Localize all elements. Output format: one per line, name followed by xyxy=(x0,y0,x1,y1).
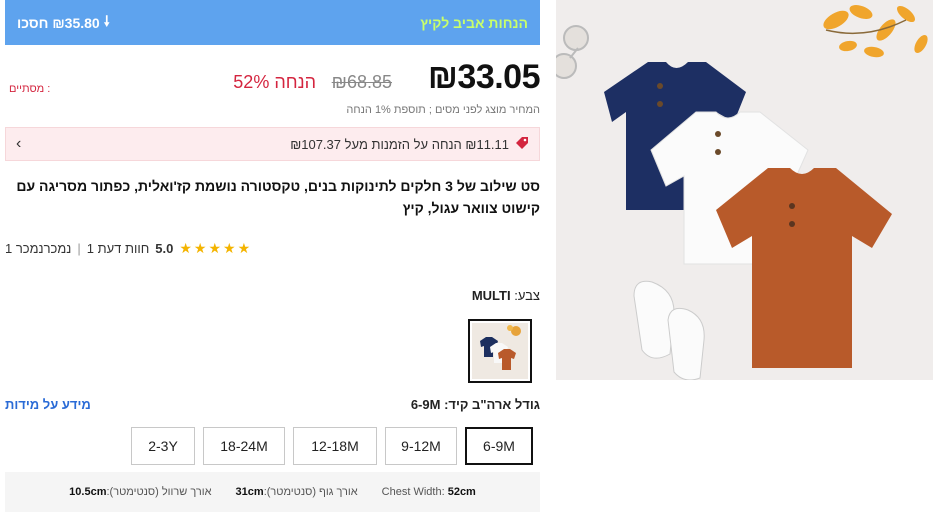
discount-percent: 52% הנחה xyxy=(233,72,316,92)
size-option-18-24m[interactable]: 18-24M xyxy=(203,427,285,465)
countdown-label: מסתיים : xyxy=(9,83,51,95)
product-photo-illustration xyxy=(556,0,933,380)
rating-row[interactable]: 5.0 חוות דעת 1 | נמכרנמכר 1 ★★★★★ xyxy=(5,238,540,258)
color-swatch-multi[interactable] xyxy=(468,319,532,383)
star-rating-icon: ★★★★★ xyxy=(179,239,253,256)
product-image[interactable] xyxy=(556,0,933,380)
campaign-label: הנחות אביב לקיץ xyxy=(420,14,528,31)
sold-count: נמכרנמכר 1 xyxy=(5,240,72,256)
chevron-left-icon: ‹ xyxy=(16,135,22,152)
arrow-down-icon: 🠗 xyxy=(103,12,110,29)
size-option-12-18m[interactable]: 12-18M xyxy=(293,427,377,465)
original-price: ₪68.85 xyxy=(331,72,392,92)
size-guide-link[interactable]: מידע על מידות xyxy=(5,397,91,412)
size-option-9-12m[interactable]: 9-12M xyxy=(385,427,457,465)
tax-note: המחיר מוצג לפני מסים ; תוספת 1% הנחה xyxy=(346,104,540,116)
price-tag-icon xyxy=(515,136,529,153)
coupon-text-wrap: ₪11.11 הנחה על הזמנות מעל ₪107.37 xyxy=(290,136,529,153)
length-measure: אורך גוף (סנטימטר):31cm xyxy=(235,486,358,498)
coupon-text: ₪11.11 הנחה על הזמנות מעל ₪107.37 xyxy=(290,136,509,152)
savings-text: 🠗 ₪35.80 חסכו xyxy=(17,11,110,35)
swatch-thumbnail xyxy=(472,323,528,379)
size-option-2-3y[interactable]: 2-3Y xyxy=(131,427,195,465)
coupon-banner[interactable]: ‹ ₪11.11 הנחה על הזמנות מעל ₪107.37 xyxy=(5,127,540,161)
review-count[interactable]: חוות דעת 1 xyxy=(87,241,150,256)
promo-banner[interactable]: 🠗 ₪35.80 חסכו הנחות אביב לקיץ xyxy=(5,0,540,45)
current-price: ₪33.05 xyxy=(427,58,541,96)
product-title: סט שילוב של 3 חלקים לתינוקות בנים, טקסטו… xyxy=(16,178,540,216)
size-options: 2-3Y 18-24M 12-18M 9-12M 6-9M xyxy=(131,427,533,465)
color-label: צבע: MULTI xyxy=(471,288,540,303)
product-page: 🠗 ₪35.80 חסכו הנחות אביב לקיץ מסתיים : 5… xyxy=(0,0,933,516)
chest-measure: Chest Width: 52cm xyxy=(381,486,476,498)
rating-score: 5.0 xyxy=(155,240,174,256)
size-value: 6-9M xyxy=(410,397,441,412)
price-row: מסתיים : 52% הנחה ₪68.85 ₪33.05 xyxy=(5,58,541,98)
color-value: MULTI xyxy=(471,288,511,303)
product-info-panel: 🠗 ₪35.80 חסכו הנחות אביב לקיץ מסתיים : 5… xyxy=(5,0,541,516)
divider: | xyxy=(77,240,81,256)
size-label: גודל ארה"ב קיד: 6-9M xyxy=(410,397,540,412)
sleeve-measure: אורך שרוול (סנטימטר):10.5cm xyxy=(69,486,212,498)
size-option-6-9m[interactable]: 6-9M xyxy=(465,427,533,465)
size-measurements: Chest Width: 52cm אורך גוף (סנטימטר):31c… xyxy=(5,472,540,512)
